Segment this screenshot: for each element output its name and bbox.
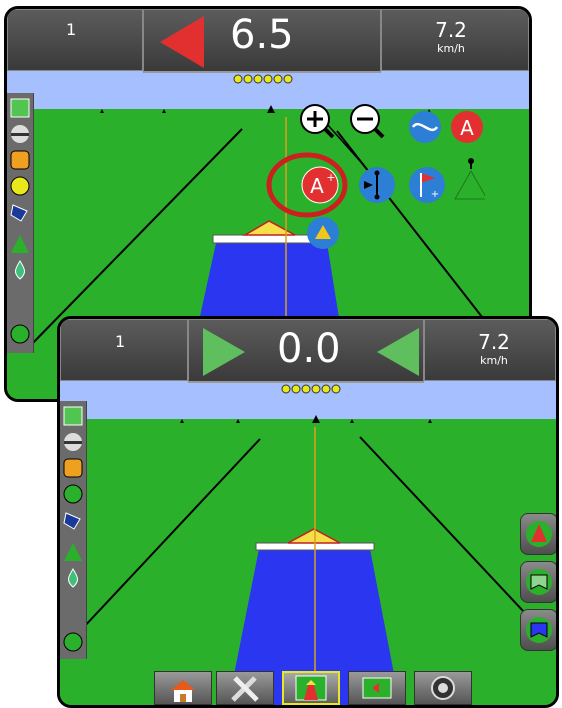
front-left-panel <box>60 401 87 659</box>
led-lightbar <box>281 384 341 394</box>
boundary-inside-button[interactable] <box>520 609 556 651</box>
speed-value: 7.2 <box>435 18 467 42</box>
guidance-mode-icon[interactable] <box>409 111 441 143</box>
front-screen: 1 0.0 7.2 km/h <box>57 316 559 708</box>
svg-text:A: A <box>310 174 324 198</box>
gps-icon[interactable] <box>62 509 84 531</box>
tools-tab[interactable] <box>216 671 274 705</box>
swath-number: 1 <box>66 20 77 39</box>
home-tab[interactable] <box>154 671 212 705</box>
swath-number: 1 <box>115 332 126 351</box>
left-green-arrow-icon <box>377 328 419 376</box>
back-left-panel <box>7 93 34 353</box>
boundary-inside-icon <box>526 617 552 643</box>
zoom-in-icon[interactable] <box>300 104 335 139</box>
tilt-icon[interactable] <box>9 175 31 197</box>
guidance-view-tab[interactable] <box>282 671 340 705</box>
svg-text:A: A <box>460 116 474 140</box>
speed-cell[interactable]: 7.2 km/h <box>381 9 529 71</box>
application-rate-icon[interactable] <box>62 567 84 589</box>
cross-track-value: 6.5 <box>230 12 294 58</box>
tilt-icon[interactable] <box>62 483 84 505</box>
back-floating-toolbar: A A + + <box>266 104 485 249</box>
screen-settings-icon <box>431 676 455 700</box>
tools-icon <box>231 676 259 702</box>
svg-text:+: + <box>326 171 335 184</box>
mark-a-icon[interactable]: A <box>451 111 483 143</box>
application-rate-icon[interactable] <box>9 259 31 281</box>
cross-track-value: 0.0 <box>277 326 341 372</box>
front-top-bar: 1 0.0 7.2 km/h <box>60 319 556 383</box>
home-icon <box>171 680 195 702</box>
settings-link-icon[interactable] <box>9 323 31 345</box>
back-top-bar: 1 6.5 7.2 km/h <box>7 9 529 73</box>
section-status-icon[interactable] <box>9 97 31 119</box>
boom-icon[interactable] <box>9 123 31 145</box>
guidance-arrow-icon <box>526 521 552 547</box>
vehicle-icon[interactable] <box>9 233 31 255</box>
speed-unit: km/h <box>437 42 465 55</box>
speed-cell[interactable]: 7.2 km/h <box>424 319 556 381</box>
steering-icon[interactable] <box>9 149 31 171</box>
guidance-arrow-icon[interactable] <box>307 217 339 249</box>
led-lightbar <box>233 74 293 84</box>
cross-track-cell[interactable]: 6.5 <box>143 9 381 73</box>
add-marker-flag-icon[interactable]: + <box>409 167 445 203</box>
vehicle-view-icon[interactable] <box>454 158 485 200</box>
speed-unit: km/h <box>480 354 508 367</box>
bottom-tab-bar <box>154 669 478 705</box>
steering-icon[interactable] <box>62 457 84 479</box>
speed-value: 7.2 <box>478 330 510 354</box>
svg-text:+: + <box>431 189 439 200</box>
section-status-icon[interactable] <box>62 405 84 427</box>
a-plus-nudge-icon[interactable]: A + <box>301 166 339 204</box>
field-view-icon <box>362 677 392 699</box>
cross-track-cell[interactable]: 0.0 <box>188 319 424 383</box>
field-view-tab[interactable] <box>348 671 406 705</box>
guidance-view-icon <box>295 675 327 701</box>
left-red-arrow-icon <box>160 16 204 68</box>
guidance-arrow-button[interactable] <box>520 513 556 555</box>
boundary-outside-button[interactable] <box>520 561 556 603</box>
right-green-arrow-icon <box>203 328 245 376</box>
align-icon[interactable] <box>359 167 395 203</box>
swath-cell[interactable]: 1 <box>7 9 143 71</box>
screen-settings-tab[interactable] <box>414 671 472 705</box>
settings-link-icon[interactable] <box>62 631 84 653</box>
zoom-out-icon[interactable] <box>350 104 385 139</box>
swath-cell[interactable]: 1 <box>60 319 188 381</box>
vehicle-icon[interactable] <box>62 541 84 563</box>
boundary-outside-icon <box>526 569 552 595</box>
boom-icon[interactable] <box>62 431 84 453</box>
gps-icon[interactable] <box>9 201 31 223</box>
